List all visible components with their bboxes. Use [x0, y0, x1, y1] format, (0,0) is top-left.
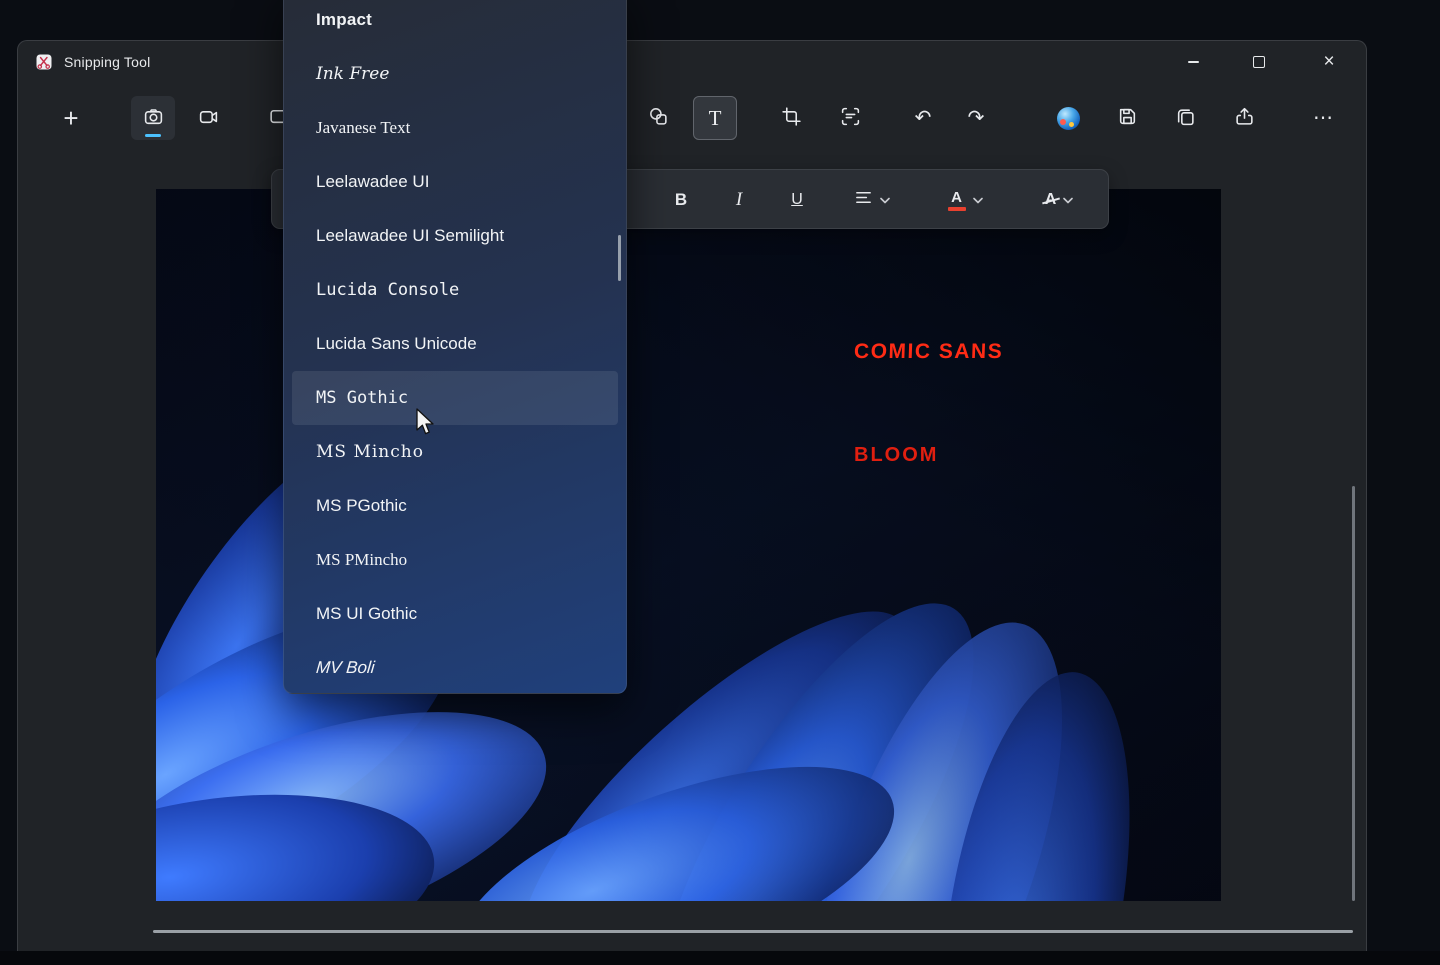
ellipsis-icon: ⋯	[1313, 108, 1333, 128]
shapes-tool-button[interactable]	[636, 96, 680, 140]
font-menu-item[interactable]: MS PMincho	[284, 533, 626, 587]
crop-tool-button[interactable]	[769, 96, 813, 140]
dropdown-scrollbar-thumb[interactable]	[618, 235, 621, 281]
bold-button[interactable]: B	[659, 180, 703, 220]
font-menu-item[interactable]: Javanese Text	[284, 101, 626, 155]
undo-button[interactable]: ↶	[901, 96, 945, 140]
italic-icon: I	[736, 189, 742, 211]
camera-icon	[143, 106, 164, 130]
snipping-tool-window: Snipping Tool × +	[17, 40, 1367, 952]
colorize-button[interactable]	[1046, 96, 1090, 140]
underline-button[interactable]: U	[775, 180, 819, 220]
new-snip-button[interactable]: +	[49, 96, 93, 140]
chevron-down-icon	[880, 191, 890, 209]
titlebar[interactable]: Snipping Tool ×	[18, 41, 1366, 83]
vertical-scrollbar[interactable]	[1352, 486, 1355, 901]
chevron-down-icon	[973, 191, 983, 209]
font-menu-item[interactable]: MS PGothic	[284, 479, 626, 533]
text-style-dropdown[interactable]: A	[1026, 180, 1092, 220]
close-button[interactable]: ×	[1306, 41, 1352, 83]
canvas-text-comic-sans: COMIC SANS	[854, 340, 1004, 364]
save-button[interactable]	[1105, 96, 1149, 140]
text-actions-button[interactable]	[828, 96, 872, 140]
font-dropdown-menu: Impact Ink Free Javanese Text Leelawadee…	[283, 0, 627, 694]
undo-icon: ↶	[915, 108, 932, 128]
maximize-icon	[1253, 56, 1265, 68]
minimize-icon	[1188, 61, 1199, 63]
redo-button[interactable]: ↷	[954, 96, 998, 140]
share-button[interactable]	[1222, 96, 1266, 140]
font-menu-item[interactable]: Leelawadee UI Semilight	[284, 209, 626, 263]
maximize-button[interactable]	[1236, 41, 1282, 83]
record-mode-button[interactable]	[186, 96, 230, 140]
copy-icon	[1175, 106, 1196, 130]
minimize-button[interactable]	[1170, 41, 1216, 83]
mouse-cursor-icon	[415, 408, 437, 443]
font-menu-item[interactable]: Impact	[284, 0, 626, 47]
crop-icon	[781, 106, 802, 130]
text-style-icon: A	[1045, 191, 1057, 209]
text-color-dropdown[interactable]: A	[932, 180, 998, 220]
shapes-icon	[648, 106, 669, 130]
canvas-text-bloom: BLOOM	[854, 444, 938, 467]
text-tool-button[interactable]: T	[693, 96, 737, 140]
close-icon: ×	[1323, 51, 1334, 73]
share-icon	[1234, 106, 1255, 130]
paint-ball-icon	[1057, 107, 1080, 130]
snapshot-mode-button[interactable]	[131, 96, 175, 140]
font-menu-item[interactable]: Ink Free	[284, 47, 626, 101]
italic-button[interactable]: I	[717, 180, 761, 220]
align-icon	[854, 188, 873, 212]
window-title: Snipping Tool	[64, 54, 150, 70]
font-menu-item-highlighted[interactable]: MS Gothic	[292, 371, 618, 425]
copy-button[interactable]	[1163, 96, 1207, 140]
font-menu-item[interactable]: Lucida Sans Unicode	[284, 317, 626, 371]
alignment-dropdown[interactable]	[840, 180, 904, 220]
bold-icon: B	[675, 190, 687, 210]
chevron-down-icon	[1063, 191, 1073, 209]
font-menu-item[interactable]: MS Mincho	[284, 425, 626, 479]
snipping-tool-app-icon	[34, 52, 54, 72]
text-actions-icon	[840, 106, 861, 130]
font-menu-item[interactable]: Leelawadee UI	[284, 155, 626, 209]
font-menu-item[interactable]: MS UI Gothic	[284, 587, 626, 641]
plus-icon: +	[63, 105, 78, 131]
text-color-icon: A	[948, 190, 966, 211]
underline-icon: U	[791, 191, 803, 209]
font-menu-item[interactable]: MV Boli	[282, 641, 629, 695]
horizontal-scrollbar[interactable]	[153, 930, 1353, 933]
text-tool-icon: T	[709, 106, 722, 131]
redo-icon: ↷	[968, 108, 985, 128]
video-camera-icon	[198, 106, 219, 130]
more-options-button[interactable]: ⋯	[1301, 96, 1345, 140]
page-bottom-band	[0, 951, 1440, 965]
font-menu-item[interactable]: Lucida Console	[284, 263, 626, 317]
save-icon	[1117, 106, 1138, 130]
